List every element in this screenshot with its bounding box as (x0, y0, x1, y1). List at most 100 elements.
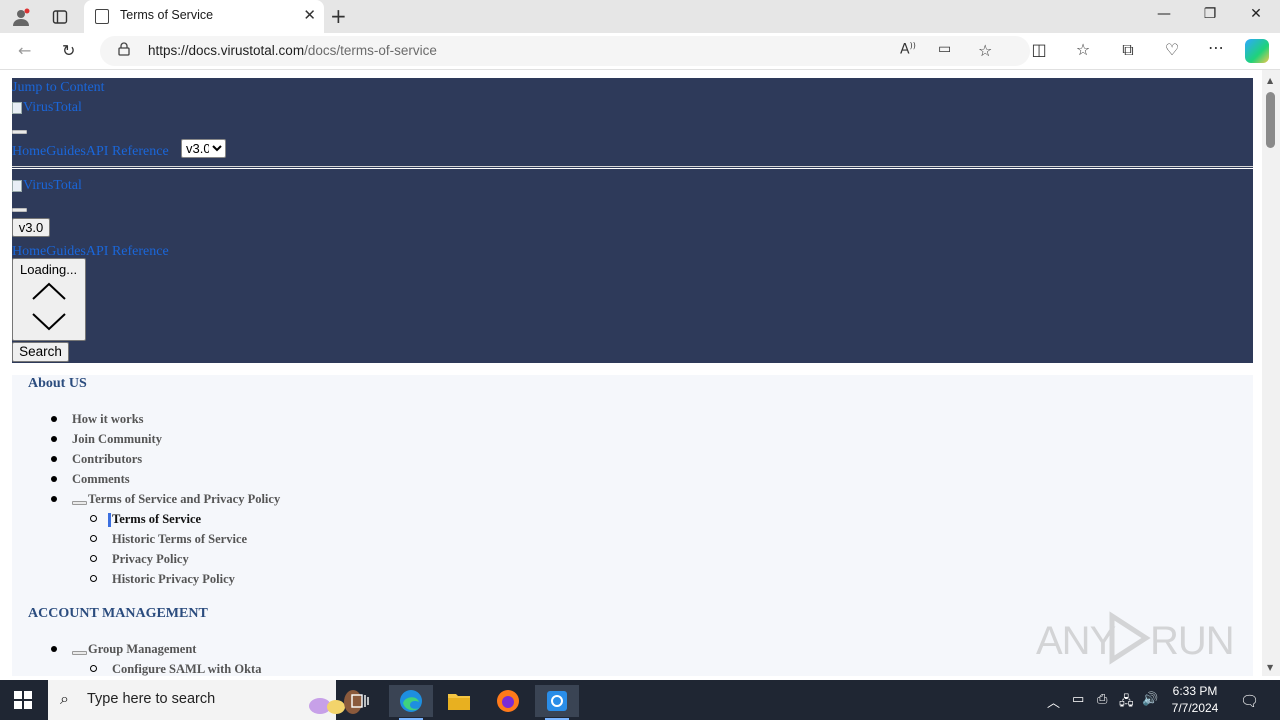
sidebar-group-terms-privacy[interactable]: Terms of Service and Privacy Policy (88, 492, 280, 507)
clock-time: 6:33 PM (1172, 684, 1218, 698)
virustotal-logo[interactable]: VirusTotal (12, 100, 82, 116)
expand-toggle-button[interactable] (72, 651, 87, 655)
split-screen-icon[interactable]: ◫ (1027, 40, 1051, 59)
list-circle (90, 535, 97, 542)
list-circle (90, 515, 97, 522)
minimize-icon[interactable]: — (1141, 6, 1187, 22)
clock-date: 7/7/2024 (1171, 701, 1219, 715)
version-select[interactable]: v3.0 (181, 139, 226, 158)
network-icon[interactable]: 🖧 (1119, 692, 1134, 714)
close-tab-icon[interactable]: ✕ (303, 6, 316, 24)
page-icon (95, 9, 109, 24)
sidebar-item-saml-okta[interactable]: Configure SAML with Okta (112, 662, 261, 676)
file-explorer-icon[interactable] (437, 685, 481, 717)
skip-to-content-link[interactable]: Jump to Content (12, 80, 105, 96)
mobile-nav-home[interactable]: Home (12, 244, 46, 259)
copilot-icon[interactable] (1245, 39, 1269, 63)
sandbox-app-icon[interactable] (535, 685, 579, 720)
firefox-icon[interactable] (486, 685, 530, 717)
new-tab-icon[interactable]: + (330, 4, 347, 28)
url-field[interactable]: https://docs.virustotal.com/docs/terms-o… (100, 36, 1030, 66)
volume-icon[interactable]: 🔊 (1142, 692, 1158, 707)
list-circle (90, 555, 97, 562)
version-button[interactable]: v3.0 (12, 218, 50, 237)
address-toolbar: ← ↻ https://docs.virustotal.com/docs/ter… (0, 33, 1280, 70)
read-aloud-icon[interactable]: A)) (900, 41, 916, 58)
anyrun-watermark-logo: ANY RUN (1036, 611, 1235, 665)
top-nav: HomeGuidesAPI Reference (12, 140, 169, 160)
mobile-nav-guides[interactable]: Guides (46, 244, 86, 259)
tab-actions-icon[interactable] (49, 6, 71, 28)
scroll-thumb[interactable] (1266, 92, 1275, 148)
list-bullet (51, 646, 57, 652)
menu-toggle-button[interactable] (12, 130, 27, 134)
active-tab[interactable]: Terms of Service ✕ (84, 0, 324, 33)
list-bullet (51, 496, 57, 502)
nav-guides[interactable]: Guides (46, 144, 86, 159)
url-host: https://docs.virustotal.com (148, 43, 305, 58)
system-clock[interactable]: 6:33 PM 7/7/2024 (1166, 683, 1224, 717)
refresh-icon[interactable]: ↻ (62, 41, 75, 60)
list-circle (90, 575, 97, 582)
taskbar-search-box[interactable]: ⌕ Type here to search (48, 680, 362, 720)
nav-home[interactable]: Home (12, 144, 46, 159)
page-scrollbar[interactable]: ▲ ▼ (1262, 70, 1280, 676)
windows-start-icon[interactable] (14, 691, 32, 709)
task-view-icon[interactable] (338, 685, 382, 717)
collections-icon[interactable]: ⧉ (1116, 40, 1140, 60)
url-path: /docs/terms-of-service (304, 43, 437, 58)
list-bullet (51, 456, 57, 462)
tray-overflow-chevron-icon[interactable]: ︿ (1047, 692, 1060, 711)
back-icon[interactable]: ← (18, 41, 31, 60)
active-indicator (108, 513, 111, 527)
browser-essentials-icon[interactable]: ♡ (1160, 40, 1184, 59)
search-button[interactable]: Search (12, 342, 69, 362)
favorite-star-icon[interactable]: ☆ (978, 41, 992, 60)
immersive-reader-icon[interactable]: ▭ (938, 41, 951, 57)
sidebar-item-join-community[interactable]: Join Community (72, 432, 162, 447)
tab-title: Terms of Service (120, 8, 214, 22)
broken-image-icon (12, 180, 22, 192)
favorites-icon[interactable]: ☆ (1071, 40, 1095, 59)
sidebar-item-contributors[interactable]: Contributors (72, 452, 142, 467)
broken-image-icon (12, 102, 22, 114)
tray-device-icon[interactable]: ⎙ (1097, 692, 1107, 707)
restore-icon[interactable]: ❐ (1187, 6, 1233, 22)
chevron-down-icon[interactable] (31, 312, 67, 332)
sidebar-item-comments[interactable]: Comments (72, 472, 130, 487)
list-bullet (51, 416, 57, 422)
mobile-nav-api-reference[interactable]: API Reference (86, 244, 169, 259)
sidebar-item-historic-privacy[interactable]: Historic Privacy Policy (112, 572, 235, 587)
tray-notes-icon[interactable]: ▭ (1072, 692, 1084, 707)
mobile-nav: HomeGuidesAPI Reference (12, 240, 169, 260)
sidebar-item-terms-of-service[interactable]: Terms of Service (112, 512, 201, 527)
loading-select[interactable]: Loading... (12, 258, 86, 341)
mobile-menu-toggle-button[interactable] (12, 208, 27, 212)
scroll-down-icon[interactable]: ▼ (1267, 663, 1273, 672)
header-divider (12, 166, 1253, 167)
sidebar-item-how-it-works[interactable]: How it works (72, 412, 144, 427)
page-viewport: Jump to Content VirusTotal HomeGuidesAPI… (4, 70, 1262, 676)
list-bullet (51, 476, 57, 482)
svg-text:RUN: RUN (1150, 619, 1234, 663)
close-window-icon[interactable]: ✕ (1233, 6, 1279, 22)
windows-taskbar: ⌕ Type here to search ︿ ▭ ⎙ 🖧 🔊 6:33 PM … (0, 680, 1280, 720)
sidebar-group-management[interactable]: Group Management (88, 642, 196, 657)
taskbar-search-placeholder: Type here to search (87, 691, 216, 707)
lock-icon[interactable] (118, 42, 130, 56)
virustotal-logo-mobile[interactable]: VirusTotal (12, 178, 82, 194)
sidebar-item-privacy-policy[interactable]: Privacy Policy (112, 552, 189, 567)
expand-toggle-button[interactable] (72, 501, 87, 505)
browser-tab-bar: Terms of Service ✕ + — ❐ ✕ (0, 0, 1280, 33)
section-title-about-us: About US (28, 376, 87, 391)
scroll-up-icon[interactable]: ▲ (1267, 76, 1273, 85)
profile-icon[interactable] (10, 6, 32, 28)
nav-api-reference[interactable]: API Reference (86, 144, 169, 159)
more-menu-icon[interactable]: ⋯ (1204, 38, 1228, 57)
search-icon: ⌕ (60, 689, 69, 708)
notifications-icon[interactable]: 🗨 (1240, 692, 1259, 710)
sidebar-item-historic-terms[interactable]: Historic Terms of Service (112, 532, 247, 547)
edge-taskbar-icon[interactable] (389, 685, 433, 720)
chevron-up-icon[interactable] (31, 281, 67, 301)
list-bullet (51, 436, 57, 442)
